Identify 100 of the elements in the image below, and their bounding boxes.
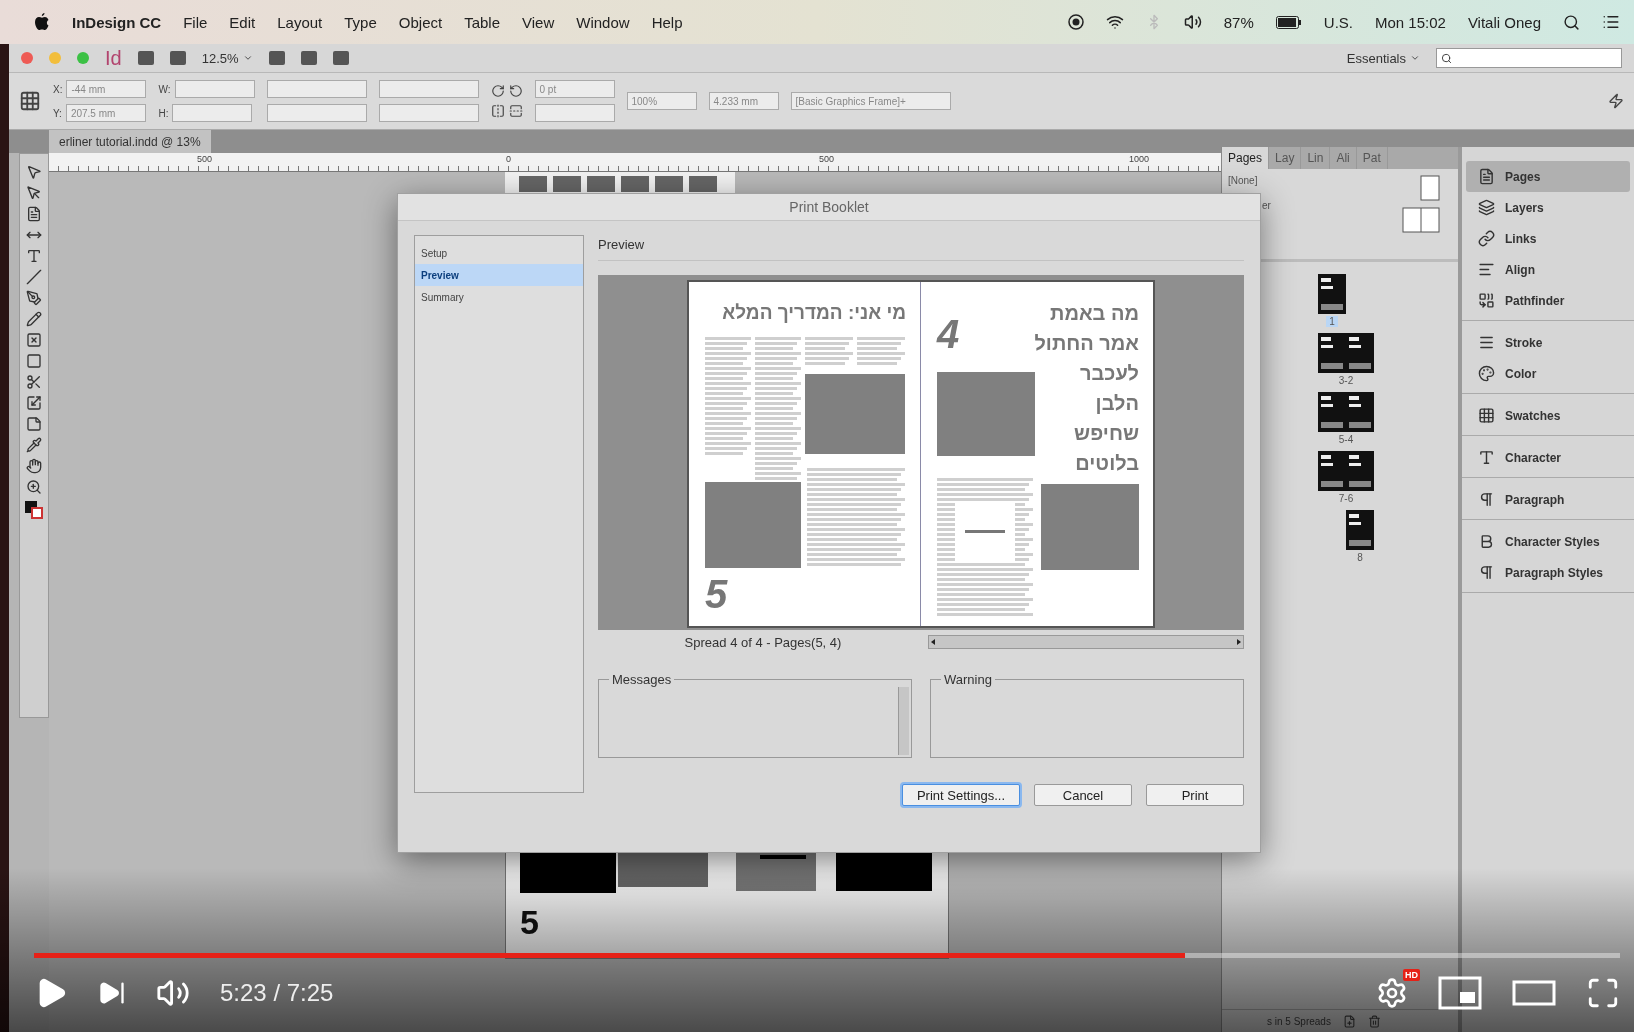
zoom-dropdown[interactable]: 12.5%: [201, 50, 253, 66]
document-tab[interactable]: erliner tutorial.indd @ 13%: [49, 130, 211, 153]
type-icon[interactable]: [26, 248, 42, 264]
dock-panel-button[interactable]: Layers: [1466, 192, 1630, 223]
spread-label[interactable]: 7-6: [1335, 493, 1357, 504]
delete-icon[interactable]: [1367, 1014, 1381, 1028]
vertical-scrollbar[interactable]: [898, 687, 909, 755]
dock-panel-button[interactable]: Character: [1466, 442, 1630, 473]
record-icon[interactable]: [1067, 14, 1084, 30]
line-icon[interactable]: [26, 269, 42, 285]
miniplayer-icon[interactable]: [1438, 976, 1482, 1010]
dock-panel-button[interactable]: Pages: [1466, 161, 1630, 192]
spread-thumbnail[interactable]: [1318, 333, 1374, 373]
dock-panel-button[interactable]: Align: [1466, 254, 1630, 285]
direct-selection-icon[interactable]: [26, 185, 42, 201]
section-item[interactable]: Summary: [415, 286, 583, 308]
spread-thumbnail[interactable]: [1318, 451, 1374, 491]
flip-horizontal-icon[interactable]: [490, 104, 505, 118]
rectangle-icon[interactable]: [26, 353, 42, 369]
fill-stroke-icon[interactable]: [24, 500, 44, 520]
menu-item[interactable]: Help: [651, 13, 683, 31]
selection-icon[interactable]: [26, 164, 42, 180]
scissors-icon[interactable]: [26, 374, 42, 390]
height-field[interactable]: [172, 104, 253, 122]
fullscreen-icon[interactable]: [1586, 976, 1620, 1010]
dock-panel-button[interactable]: Paragraph: [1466, 484, 1630, 515]
dialog-button[interactable]: Cancel: [1034, 784, 1132, 806]
dock-panel-button[interactable]: Links: [1466, 223, 1630, 254]
note-icon[interactable]: [26, 416, 42, 432]
dialog-button[interactable]: Print: [1146, 784, 1244, 806]
shear-field[interactable]: [378, 104, 479, 122]
view-options-icon[interactable]: [268, 51, 285, 65]
stroke-type-field[interactable]: [534, 104, 615, 122]
zoom-icon[interactable]: [26, 479, 42, 495]
pen-icon[interactable]: [26, 290, 42, 306]
app-name[interactable]: InDesign CC: [72, 13, 162, 31]
menu-item[interactable]: View: [522, 13, 555, 31]
spread-label[interactable]: 3-2: [1335, 375, 1357, 386]
menu-item[interactable]: Table: [464, 13, 500, 31]
wifi-icon[interactable]: [1105, 13, 1124, 31]
frame-icon[interactable]: [26, 332, 42, 348]
section-item[interactable]: Setup: [415, 242, 583, 264]
menu-item[interactable]: File: [183, 13, 208, 31]
spread-label[interactable]: 1: [1326, 316, 1338, 327]
master-item[interactable]: [None]: [1228, 175, 1402, 186]
battery-icon[interactable]: [1275, 15, 1302, 29]
dock-panel-button[interactable]: Stroke: [1466, 327, 1630, 358]
scale-x-field[interactable]: [266, 80, 367, 98]
menu-item[interactable]: Window: [576, 13, 630, 31]
page-icon[interactable]: [26, 206, 42, 222]
dock-panel-button[interactable]: Character Styles: [1466, 526, 1630, 557]
stock-icon[interactable]: [169, 51, 186, 65]
spread-label[interactable]: 8: [1354, 552, 1366, 563]
progress-bar[interactable]: [34, 953, 1620, 958]
rotate-ccw-icon[interactable]: [508, 84, 523, 98]
spread-thumbnail[interactable]: [1318, 274, 1346, 314]
transform-icon[interactable]: [26, 395, 42, 411]
dialog-button[interactable]: Print Settings...: [902, 784, 1020, 806]
menu-item[interactable]: Layout: [277, 13, 323, 31]
section-item[interactable]: Preview: [415, 264, 583, 286]
input-source[interactable]: U.S.: [1323, 13, 1353, 31]
spread-thumbnail[interactable]: [1318, 392, 1374, 432]
facing-pages-icon[interactable]: [1402, 207, 1440, 233]
bridge-icon[interactable]: [137, 51, 154, 65]
panel-tab[interactable]: Pages: [1222, 147, 1270, 169]
scroll-right-icon[interactable]: [1235, 638, 1243, 646]
rotate-field[interactable]: [378, 80, 479, 98]
dock-panel-button[interactable]: Pathfinder: [1466, 285, 1630, 316]
user-name[interactable]: Vitali Oneg: [1467, 13, 1541, 31]
workspace-dropdown[interactable]: Essentials: [1346, 50, 1420, 66]
new-page-icon[interactable]: [1342, 1014, 1356, 1028]
single-page-icon[interactable]: [1420, 175, 1440, 201]
spread-thumbnail[interactable]: [1346, 510, 1374, 550]
flip-vertical-icon[interactable]: [508, 104, 523, 118]
dock-panel-button[interactable]: Color: [1466, 358, 1630, 389]
search-field[interactable]: [1436, 48, 1622, 68]
list-icon[interactable]: [1602, 13, 1620, 31]
apple-logo-icon[interactable]: [34, 13, 50, 31]
width-field[interactable]: [174, 80, 255, 98]
arrange-icon[interactable]: [332, 51, 349, 65]
reference-point-icon[interactable]: [19, 90, 41, 112]
menu-item[interactable]: Edit: [229, 13, 256, 31]
theater-mode-icon[interactable]: [1512, 978, 1556, 1008]
scroll-left-icon[interactable]: [929, 638, 937, 646]
settings-icon[interactable]: [1376, 977, 1408, 1009]
lightning-icon[interactable]: [1608, 93, 1624, 109]
menu-clock[interactable]: Mon 15:02: [1375, 13, 1446, 31]
spread-label[interactable]: 5-4: [1335, 434, 1357, 445]
dock-panel-button[interactable]: Paragraph Styles: [1466, 557, 1630, 588]
pencil-icon[interactable]: [26, 311, 42, 327]
volume-icon[interactable]: [1183, 13, 1202, 31]
menu-item[interactable]: Object: [398, 13, 443, 31]
hand-icon[interactable]: [26, 458, 42, 474]
rotate-cw-icon[interactable]: [490, 84, 505, 98]
scale-y-field[interactable]: [266, 104, 367, 122]
horizontal-scrollbar[interactable]: [928, 635, 1244, 649]
search-icon[interactable]: [1563, 13, 1580, 31]
screen-mode-icon[interactable]: [300, 51, 317, 65]
eyedropper-icon[interactable]: [26, 437, 42, 453]
menu-item[interactable]: Type: [344, 13, 377, 31]
